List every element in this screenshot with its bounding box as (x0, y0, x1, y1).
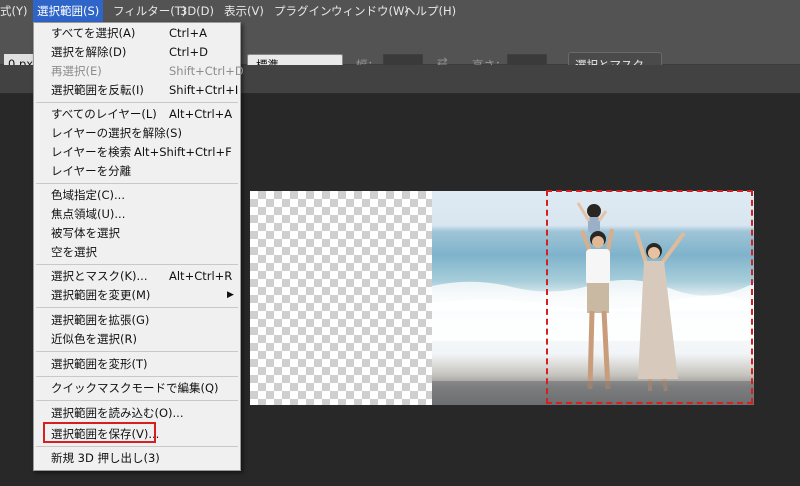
menu-item-isolate-layers[interactable]: レイヤーを分離 (34, 162, 240, 181)
menu-item-focus-area[interactable]: 焦点領域(U)... (34, 205, 240, 224)
menu-item-select-sky[interactable]: 空を選択 (34, 243, 240, 262)
menu-item-label: 選択範囲を変更(M) (51, 288, 151, 302)
menu-filter[interactable]: フィルター(T) (113, 0, 186, 22)
menu-item-reselect: 再選択(E) Shift+Ctrl+D (34, 62, 244, 81)
menu-item-select-subject[interactable]: 被写体を選択 (34, 224, 240, 243)
menu-separator (36, 183, 238, 184)
menu-item-all-layers[interactable]: すべてのレイヤー(L) Alt+Ctrl+A (34, 105, 240, 124)
menu-item-select-and-mask[interactable]: 選択とマスク(K)... Alt+Ctrl+R (34, 267, 240, 286)
select-menu-dropdown: すべてを選択(A) Ctrl+A 選択を解除(D) Ctrl+D 再選択(E) Shi… (33, 22, 244, 471)
menu-item-label: 選択範囲を反転(I) (51, 83, 144, 97)
menu-item-label: 選択とマスク(K)... (51, 269, 148, 283)
menu-item-deselect[interactable]: 選択を解除(D) Ctrl+D (34, 43, 240, 62)
menu-item-color-range[interactable]: 色域指定(C)... (34, 186, 240, 205)
menu-item-deselect-layers[interactable]: レイヤーの選択を解除(S) (34, 124, 240, 143)
menu-item-shortcut: Ctrl+D (169, 45, 208, 59)
menu-item-shortcut: Alt+Ctrl+A (169, 107, 233, 121)
menu-item-label: すべてのレイヤー(L) (51, 107, 157, 121)
menu-item-grow[interactable]: 選択範囲を拡張(G) (34, 311, 240, 330)
menu-separator (36, 264, 238, 265)
menu-view[interactable]: 表示(V) (224, 0, 264, 22)
transparent-area (250, 191, 432, 405)
menu-select[interactable]: 選択範囲(S) (33, 0, 104, 22)
menu-item-label: クイックマスクモードで編集(Q) (51, 381, 219, 395)
menu-item-label: レイヤーの選択を解除(S) (51, 126, 182, 140)
menu-separator (36, 351, 238, 352)
menu-item-label: 選択範囲を変形(T) (51, 357, 148, 371)
menu-separator (36, 376, 238, 377)
menu-separator (36, 102, 238, 103)
submenu-arrow-icon: ▶ (227, 290, 234, 300)
menu-window[interactable]: ウィンドウ(W) (331, 0, 409, 22)
menu-separator (36, 446, 238, 447)
menu-separator (36, 400, 238, 401)
menu-item-modify[interactable]: 選択範囲を変更(M) ▶ (34, 286, 240, 305)
menu-item-label: 再選択(E) (51, 64, 102, 78)
menu-3d[interactable]: 3D(D) (180, 0, 214, 22)
menu-item-label: 空を選択 (51, 245, 97, 259)
menu-item-load-selection[interactable]: 選択範囲を読み込む(O)... (34, 404, 240, 423)
menu-item-find-layers[interactable]: レイヤーを検索 Alt+Shift+Ctrl+F (34, 143, 240, 162)
menu-item-shortcut: Ctrl+A (169, 26, 207, 40)
menu-item-label: 選択を解除(D) (51, 45, 127, 59)
menu-item-label: 被写体を選択 (51, 226, 120, 240)
menu-item-label: レイヤーを分離 (51, 164, 132, 178)
menu-separator (36, 307, 238, 308)
menu-item-shortcut: Shift+Ctrl+D (169, 64, 244, 78)
menu-plugins[interactable]: プラグイン (274, 0, 332, 22)
menu-item-3d-extrusion[interactable]: 新規 3D 押し出し(3) (34, 449, 240, 468)
selection-marquee[interactable] (546, 190, 753, 404)
menu-item-label: すべてを選択(A) (51, 26, 136, 40)
menu-item-select-all[interactable]: すべてを選択(A) Ctrl+A (34, 24, 240, 43)
menu-item-label: 色域指定(C)... (51, 188, 125, 202)
menu-item-label: レイヤーを検索 (51, 145, 132, 159)
menu-item-similar[interactable]: 近似色を選択(R) (34, 330, 240, 349)
menu-bar: 式(Y) 選択範囲(S) フィルター(T) 3D(D) 表示(V) プラグイン … (0, 0, 800, 22)
menu-item-label: 選択範囲を読み込む(O)... (51, 406, 184, 420)
menu-item-shortcut: Shift+Ctrl+I (169, 83, 239, 97)
menu-style[interactable]: 式(Y) (0, 0, 28, 22)
menu-item-label: 選択範囲を拡張(G) (51, 313, 150, 327)
menu-item-quick-mask[interactable]: クイックマスクモードで編集(Q) (34, 379, 240, 398)
menu-item-shortcut: Alt+Ctrl+R (169, 269, 233, 283)
menu-item-shortcut: Alt+Shift+Ctrl+F (134, 145, 232, 159)
menu-item-transform-selection[interactable]: 選択範囲を変形(T) (34, 355, 240, 374)
menu-help[interactable]: ヘルプ(H) (404, 0, 456, 22)
menu-item-label: 近似色を選択(R) (51, 332, 137, 346)
menu-item-inverse[interactable]: 選択範囲を反転(I) Shift+Ctrl+I (34, 81, 240, 100)
save-selection-highlight (43, 422, 156, 443)
menu-item-label: 新規 3D 押し出し(3) (51, 451, 160, 465)
menu-item-label: 焦点領域(U)... (51, 207, 126, 221)
